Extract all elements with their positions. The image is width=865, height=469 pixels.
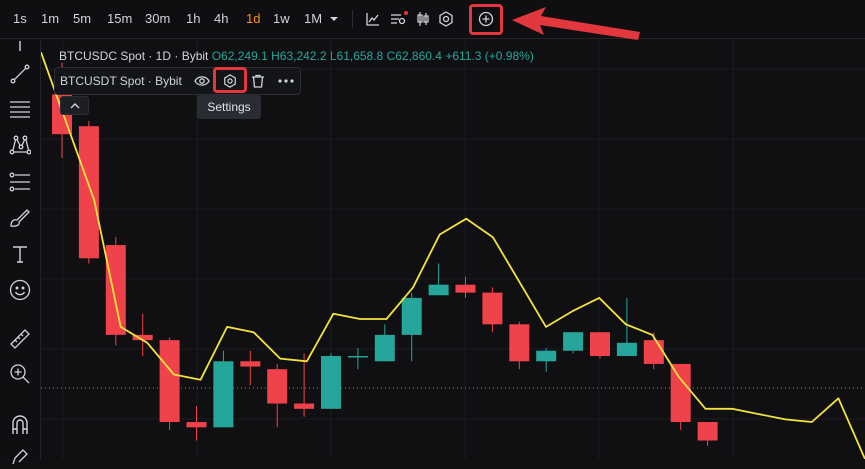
ruler-icon[interactable] [6,326,34,352]
indicators-icon[interactable] [388,8,410,30]
zoom-in-icon[interactable] [6,361,34,387]
candle-body [563,332,584,351]
main-series-legend: BTCUSDC Spot · 1D · Bybit O62,249.1 H63,… [59,49,534,63]
candle-body [267,369,288,404]
low-value: L61,658.8 [329,49,384,63]
candle-body [509,324,530,362]
candle-body [321,356,341,409]
close-value: C62,860.4 [386,49,442,63]
settings-highlight-box [213,67,247,93]
more-icon[interactable] [277,72,295,90]
candles-icon[interactable] [412,8,434,30]
candle-body [590,332,610,356]
timeframe-1h[interactable]: 1h [186,11,200,26]
chevron-up-icon [70,103,79,109]
chevron-down-icon[interactable] [323,8,345,30]
candle-body [240,361,261,367]
highlight-box [469,4,503,35]
timeframe-1s[interactable]: 1s [13,11,27,26]
eye-icon[interactable] [193,72,211,90]
candle-body [697,422,718,441]
timeframe-1w[interactable]: 1w [273,11,290,26]
candle-body [643,340,664,364]
high-value: H63,242.2 [271,49,327,63]
top-toolbar: 1s 1m 5m 15m 30m 1h 4h 1d 1w 1M [0,0,865,39]
timeframe-1d[interactable]: 1d [246,11,260,26]
timeframe-15m[interactable]: 15m [107,11,132,26]
candle-body [616,342,637,356]
timeframe-5m[interactable]: 5m [73,11,91,26]
change-value: +611.3 (+0.98%) [445,49,534,63]
settings-tooltip: Settings [197,95,261,119]
candle-body [455,284,476,293]
candle-body [159,340,180,423]
emoji-icon[interactable] [6,277,34,303]
pattern-icon[interactable] [6,132,34,158]
brush-icon[interactable] [6,205,34,231]
text-icon[interactable] [6,241,34,267]
timeframe-4h[interactable]: 4h [214,11,228,26]
open-value: O62,249.1 [211,49,268,63]
timeframe-1m[interactable]: 1m [41,11,59,26]
toolbar-divider [352,10,353,28]
candle-body [186,422,207,428]
candle-body [482,292,503,325]
left-toolbar [0,39,41,464]
candle-body [670,363,691,423]
collapse-legend-button[interactable] [60,96,89,115]
candle-body [374,334,395,362]
horizontal-lines-icon[interactable] [6,96,34,122]
candle-body [213,361,234,428]
crosshair-icon[interactable] [6,35,34,61]
pencil-icon[interactable] [6,443,34,469]
candle-body [401,297,422,335]
candle-body [294,403,315,409]
compare-series-name[interactable]: BTCUSDT Spot · Bybit [60,74,182,88]
trend-line-icon[interactable] [6,61,34,87]
trash-icon[interactable] [249,72,267,90]
main-series-name[interactable]: BTCUSDC Spot · 1D · Bybit [59,49,208,63]
candle-body [347,356,368,358]
price-chart[interactable] [41,39,865,459]
line-chart-icon[interactable] [362,8,384,30]
timeframe-30m[interactable]: 30m [145,11,170,26]
candle-body [536,350,557,362]
candle-body [105,245,126,335]
timeframe-1M[interactable]: 1M [304,11,322,26]
candle-body [428,284,449,296]
compare-series-legend[interactable]: BTCUSDT Spot · Bybit [54,67,301,95]
magnet-icon[interactable] [6,412,34,438]
candle-body [78,126,99,259]
fib-retracement-icon[interactable] [6,169,34,195]
settings-icon[interactable] [435,8,457,30]
